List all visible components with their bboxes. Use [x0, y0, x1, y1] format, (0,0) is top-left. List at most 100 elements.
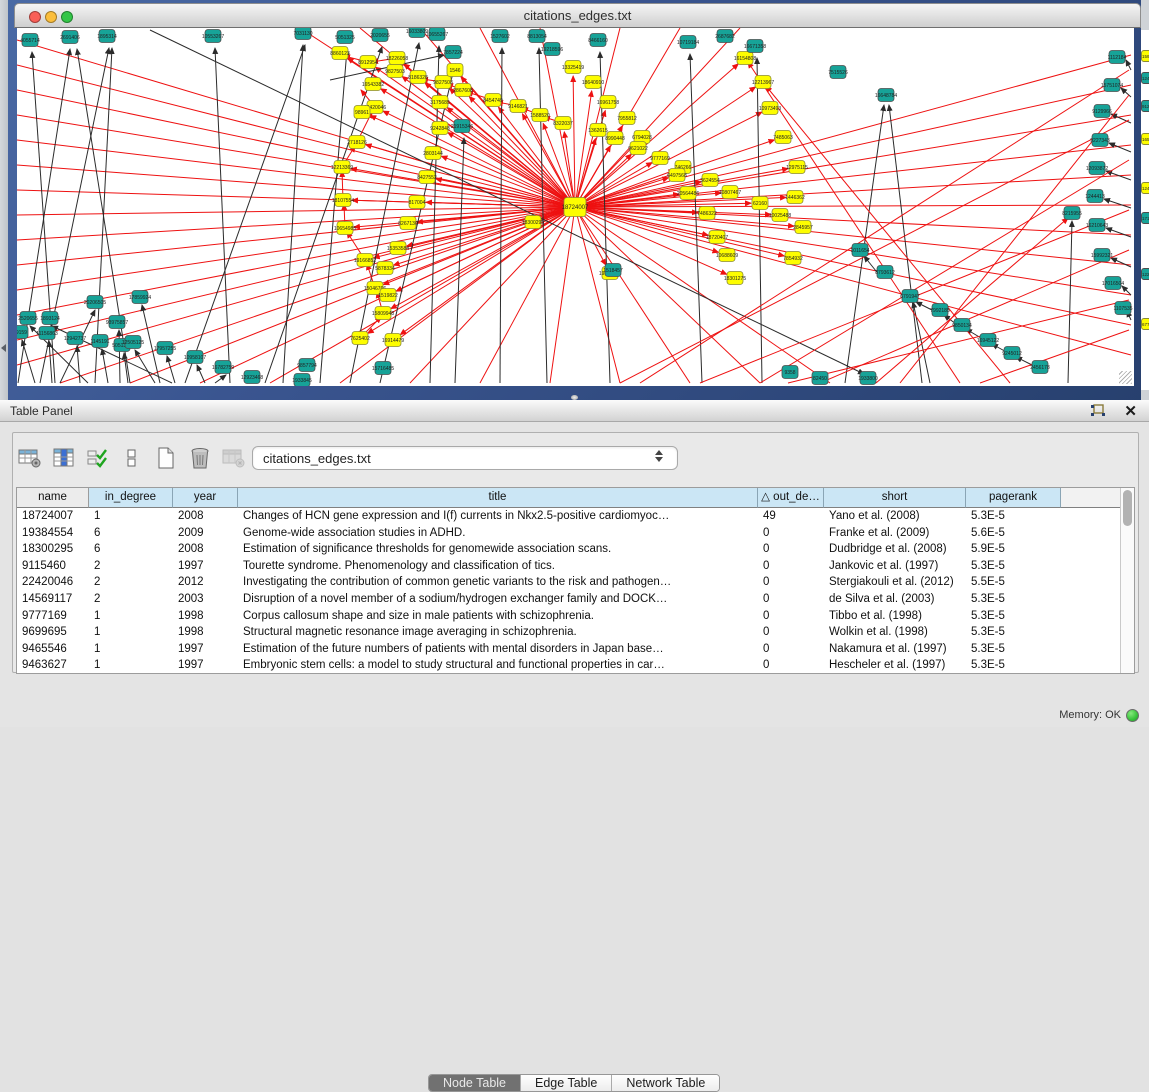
table-cell[interactable]: 1 — [89, 608, 173, 625]
graph-node[interactable]: 10807467 — [719, 186, 741, 199]
graph-node[interactable]: 10973493 — [759, 102, 781, 115]
delete-table-icon[interactable] — [220, 444, 247, 472]
graph-node[interactable]: 11156863 — [36, 327, 58, 340]
graph-edge[interactable] — [95, 48, 112, 383]
graph-node[interactable]: 9777169 — [650, 152, 670, 165]
graph-edge[interactable] — [215, 375, 226, 383]
table-cell[interactable]: 19384554 — [17, 525, 89, 542]
collapsed-side-panel[interactable] — [0, 0, 8, 400]
graph-node[interactable]: 1244413 — [1085, 190, 1105, 203]
table-cell[interactable]: 9465546 — [17, 641, 89, 658]
graph-node[interactable]: 8813054 — [527, 30, 547, 43]
graph-node[interactable]: 3624554 — [700, 174, 720, 187]
tab-network-table[interactable]: Network Table — [612, 1075, 719, 1091]
graph-node[interactable]: 1519822 — [378, 289, 398, 302]
table-cell[interactable]: Franke et al. (2009) — [824, 525, 966, 542]
graph-edge[interactable] — [383, 111, 575, 207]
window-titlebar[interactable]: citations_edges.txt — [14, 3, 1141, 28]
graph-node[interactable]: 10719184 — [677, 36, 699, 49]
graph-edge[interactable] — [340, 207, 575, 383]
table-cell[interactable]: 0 — [758, 624, 824, 641]
graph-node[interactable]: 17103 — [1141, 212, 1149, 224]
table-mode-icon[interactable] — [16, 444, 43, 472]
graph-node[interactable]: 21915346 — [451, 120, 473, 133]
graph-node[interactable]: 20564486 — [677, 187, 699, 200]
graph-node[interactable]: 8793612 — [875, 266, 895, 279]
graph-node[interactable]: 12213967 — [752, 76, 774, 89]
graph-node[interactable]: 39159 — [17, 326, 28, 339]
graph-node[interactable]: 6497568 — [667, 169, 687, 182]
table-cell[interactable]: 0 — [758, 541, 824, 558]
graph-node[interactable]: 16210643 — [1086, 219, 1108, 232]
graph-node[interactable]: 5878334 — [375, 262, 395, 275]
table-cell[interactable]: 9777169 — [17, 608, 89, 625]
graph-node[interactable]: 16154808 — [734, 52, 756, 65]
show-columns-icon[interactable] — [50, 444, 77, 472]
graph-node[interactable]: 2687682 — [715, 30, 735, 43]
graph-node[interactable]: 9827503 — [385, 65, 405, 78]
graph-node[interactable]: 16543382 — [362, 78, 384, 91]
graph-edge[interactable] — [573, 76, 575, 207]
table-row[interactable]: 911546021997Tourette syndrome. Phenomeno… — [17, 558, 1121, 575]
graph-node[interactable]: 8990448 — [605, 132, 625, 145]
graph-node[interactable]: 15716485 — [372, 362, 394, 375]
graph-edge[interactable] — [640, 70, 1129, 383]
graph-node[interactable]: 1933800 — [858, 372, 878, 385]
memory-status-icon[interactable] — [1126, 709, 1139, 722]
table-cell[interactable]: 0 — [758, 608, 824, 625]
graph-edge[interactable] — [620, 120, 1129, 383]
graph-node[interactable]: 2456178 — [1030, 361, 1050, 374]
table-cell[interactable]: 1 — [89, 657, 173, 674]
table-cell[interactable]: 5.9E-5 — [966, 541, 1061, 558]
graph-node[interactable]: 2020655 — [370, 29, 390, 42]
table-cell[interactable]: 1998 — [173, 624, 238, 641]
panel-expand-icon[interactable] — [1, 344, 6, 352]
graph-node[interactable]: 9827508 — [433, 76, 453, 89]
graph-node[interactable]: 9245012 — [1002, 347, 1022, 360]
scrollbar-thumb[interactable] — [1123, 490, 1132, 526]
graph-node[interactable]: 10655267 — [426, 28, 448, 41]
graph-node[interactable]: 8215955 — [1062, 207, 1082, 220]
table-cell[interactable]: Investigating the contribution of common… — [238, 574, 758, 591]
graph-node[interactable]: 17859924 — [129, 291, 151, 304]
graph-edge[interactable] — [575, 28, 620, 207]
table-cell[interactable]: 0 — [758, 558, 824, 575]
graph-node[interactable]: 8912954 — [358, 56, 378, 69]
graph-node[interactable]: 16914479 — [382, 334, 404, 347]
table-cell[interactable]: 1998 — [173, 608, 238, 625]
table-cell[interactable]: Dudbridge et al. (2008) — [824, 541, 966, 558]
tab-edge-table[interactable]: Edge Table — [521, 1075, 612, 1091]
table-cell[interactable]: Stergiakouli et al. (2012) — [824, 574, 966, 591]
trash-icon[interactable] — [186, 444, 213, 472]
table-cell[interactable]: 14569117 — [17, 591, 89, 608]
close-panel-icon[interactable]: ✕ — [1124, 402, 1137, 420]
graph-node[interactable]: 16961758 — [597, 96, 619, 109]
graph-node[interactable]: 1546 — [447, 64, 463, 77]
graph-node[interactable]: 12975115 — [786, 161, 808, 174]
table-cell[interactable]: 0 — [758, 574, 824, 591]
table-cell[interactable]: 5.3E-5 — [966, 508, 1061, 525]
graph-node[interactable]: 18720407 — [706, 231, 728, 244]
graph-node[interactable]: 10688609 — [716, 249, 738, 262]
graph-node[interactable]: 8322037 — [553, 117, 573, 130]
table-cell[interactable]: 2 — [89, 591, 173, 608]
row-selection-icon[interactable] — [84, 444, 111, 472]
graph-edge[interactable] — [1104, 199, 1131, 208]
graph-edge[interactable] — [215, 48, 230, 383]
table-cell[interactable]: 5.5E-5 — [966, 574, 1061, 591]
table-cell[interactable]: 2008 — [173, 541, 238, 558]
column-header-short[interactable]: short — [824, 488, 966, 508]
graph-node[interactable]: 1588520 — [530, 109, 550, 122]
table-cell[interactable]: 6 — [89, 541, 173, 558]
graph-node[interactable]: 18107554 — [332, 194, 354, 207]
graph-node[interactable]: 98961 — [354, 106, 370, 119]
table-cell[interactable]: Disruption of a novel member of a sodium… — [238, 591, 758, 608]
graph-edge[interactable] — [575, 55, 1131, 207]
graph-node[interactable]: 12210 — [1141, 268, 1149, 280]
graph-node[interactable]: 12472 — [1141, 72, 1149, 84]
graph-node[interactable]: 10654985 — [334, 222, 356, 235]
graph-node[interactable]: 1145191 — [90, 335, 109, 348]
table-cell[interactable]: 18300295 — [17, 541, 89, 558]
graph-node[interactable]: 18724007 — [562, 198, 589, 217]
graph-node[interactable]: 16543 — [1141, 133, 1149, 145]
